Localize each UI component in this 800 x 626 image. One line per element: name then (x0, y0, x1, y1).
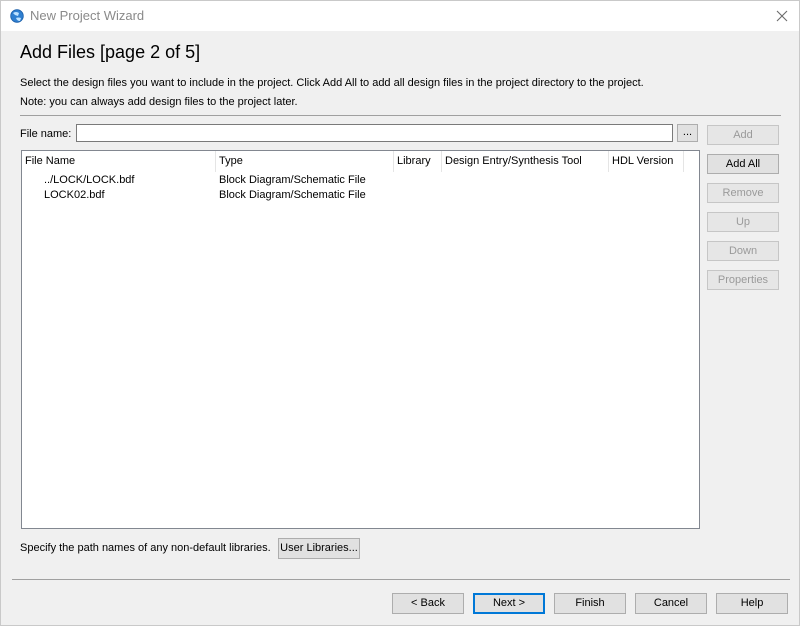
files-table[interactable]: File Name Type Library Design Entry/Synt… (21, 150, 700, 529)
next-button[interactable]: Next > (473, 593, 545, 614)
column-header-hdl-version[interactable]: HDL Version (609, 151, 684, 172)
title-bar: New Project Wizard (1, 1, 799, 31)
page-title: Add Files [page 2 of 5] (20, 42, 201, 62)
cell-type: Block Diagram/Schematic File (219, 174, 366, 186)
back-button[interactable]: < Back (392, 593, 464, 614)
cell-file-name: ../LOCK/LOCK.bdf (44, 174, 135, 186)
cell-file-name: LOCK02.bdf (44, 189, 105, 201)
file-name-input[interactable] (76, 124, 673, 142)
close-icon (776, 10, 788, 22)
page-description: Select the design files you want to incl… (20, 77, 644, 89)
file-name-label: File name: (20, 128, 72, 140)
up-button[interactable]: Up (707, 212, 779, 232)
add-button[interactable]: Add (707, 125, 779, 145)
add-all-button[interactable]: Add All (707, 154, 779, 174)
table-row[interactable]: LOCK02.bdf Block Diagram/Schematic File (22, 188, 699, 203)
cell-type: Block Diagram/Schematic File (219, 189, 366, 201)
help-button[interactable]: Help (716, 593, 788, 614)
finish-button[interactable]: Finish (554, 593, 626, 614)
down-button[interactable]: Down (707, 241, 779, 261)
properties-button[interactable]: Properties (707, 270, 779, 290)
page-note: Note: you can always add design files to… (20, 96, 298, 108)
column-header-type[interactable]: Type (216, 151, 394, 172)
window-title: New Project Wizard (30, 8, 145, 23)
wizard-header: Add Files [page 2 of 5] Select the desig… (1, 31, 799, 115)
column-header-design-entry-tool[interactable]: Design Entry/Synthesis Tool (442, 151, 609, 172)
browse-button[interactable]: ... (677, 124, 698, 142)
cancel-button[interactable]: Cancel (635, 593, 707, 614)
new-project-wizard-window: New Project Wizard Add Files [page 2 of … (0, 0, 800, 626)
column-header-file-name[interactable]: File Name (22, 151, 216, 172)
app-globe-icon (10, 9, 24, 23)
header-divider (20, 115, 781, 116)
footer-divider (12, 579, 790, 580)
remove-button[interactable]: Remove (707, 183, 779, 203)
close-button[interactable] (771, 5, 793, 27)
table-row[interactable]: ../LOCK/LOCK.bdf Block Diagram/Schematic… (22, 173, 699, 188)
libraries-note: Specify the path names of any non-defaul… (20, 542, 271, 554)
user-libraries-button[interactable]: User Libraries... (278, 538, 360, 559)
column-header-library[interactable]: Library (394, 151, 442, 172)
